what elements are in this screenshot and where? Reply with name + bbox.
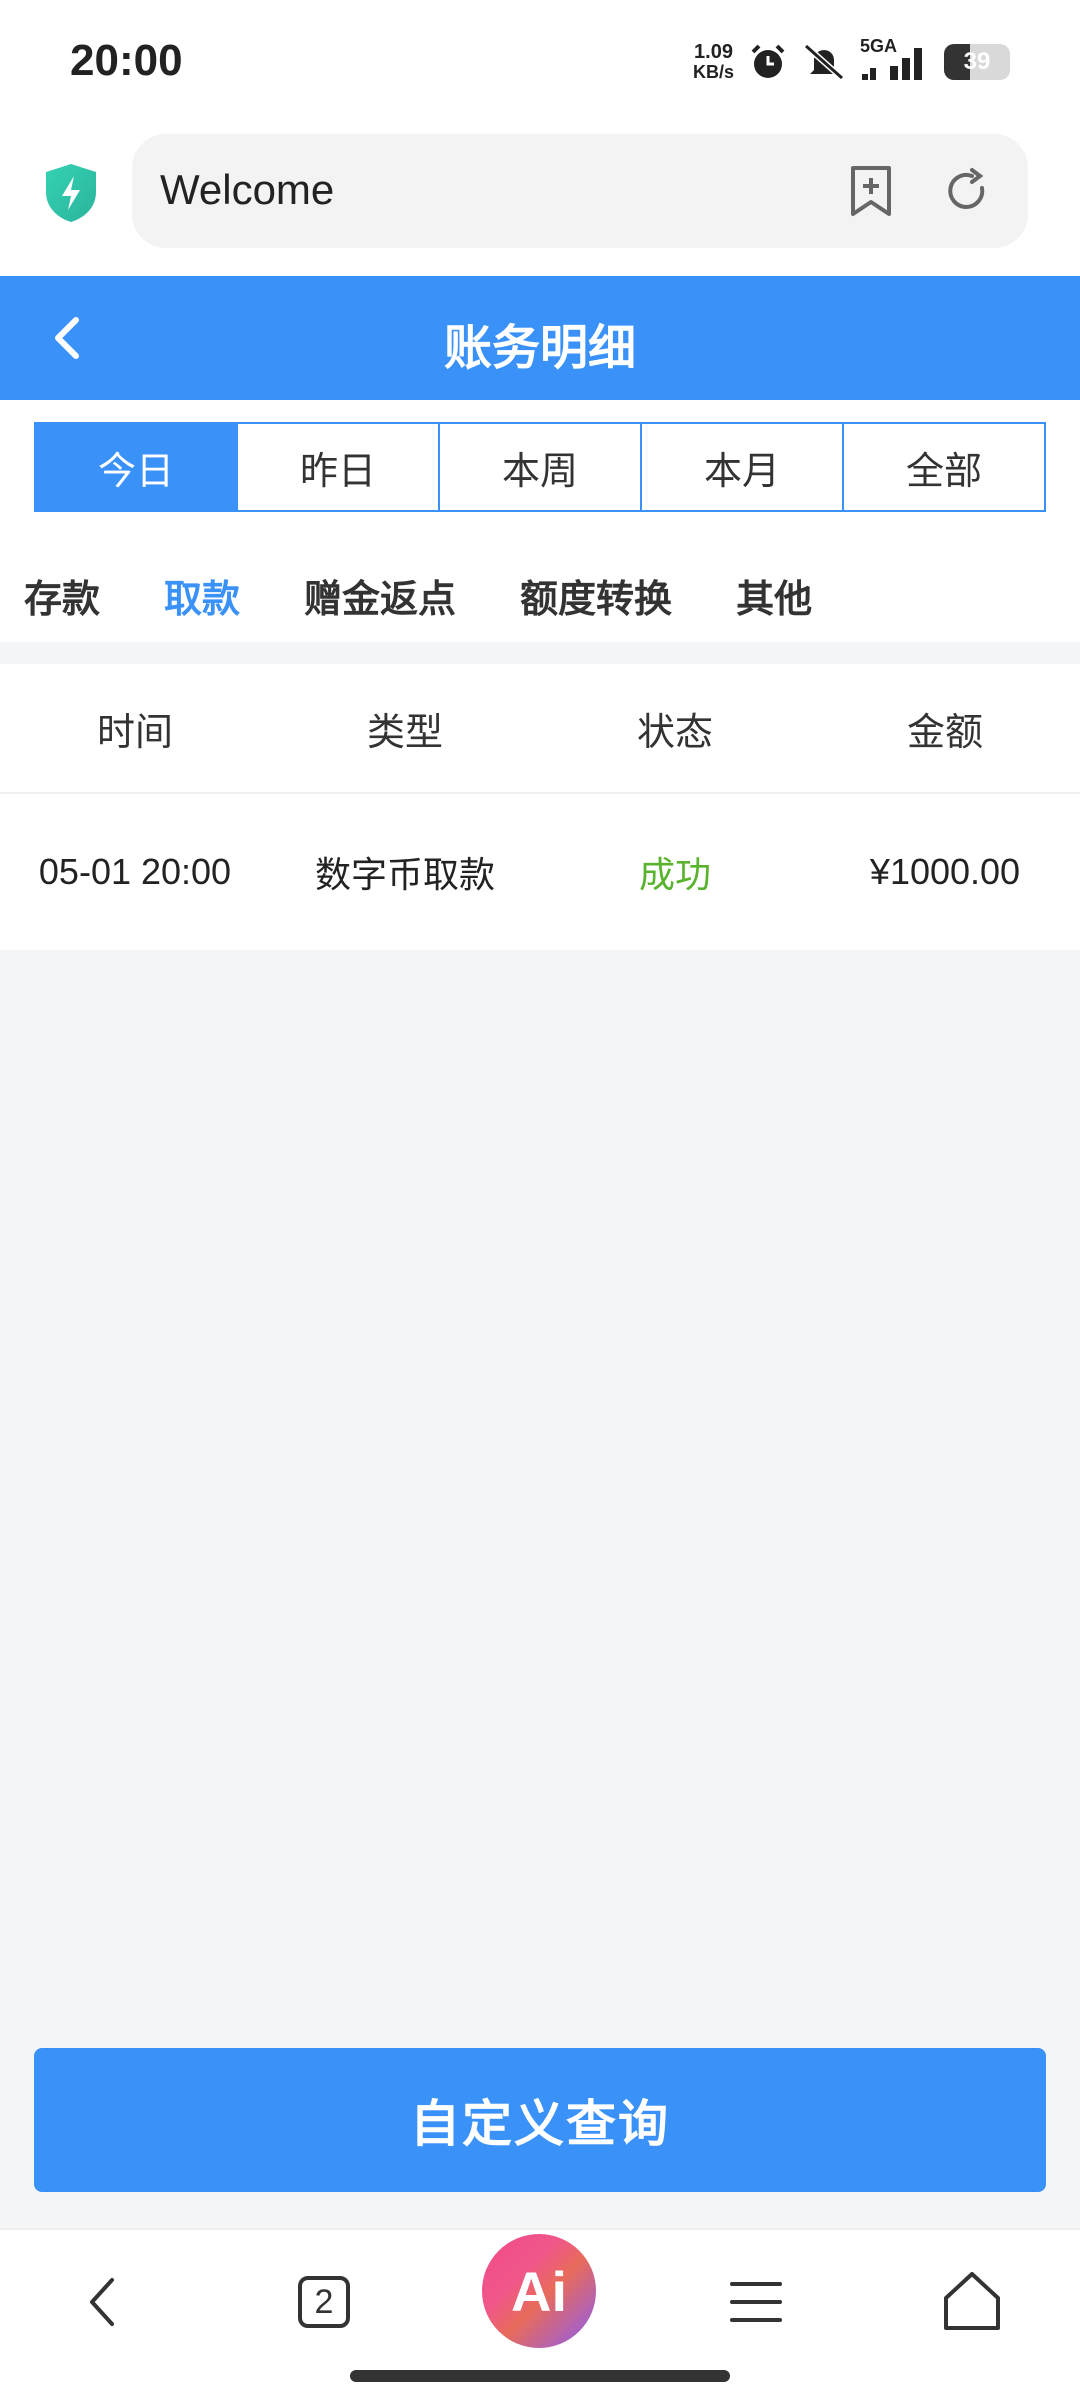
custom-query-button[interactable]: 自定义查询 bbox=[34, 2048, 1046, 2192]
shield-icon[interactable] bbox=[42, 162, 100, 224]
signal-icon: 5GA bbox=[860, 36, 930, 84]
tab-yesterday[interactable]: 昨日 bbox=[238, 424, 440, 510]
row-amount: ¥1000.00 bbox=[869, 851, 1021, 892]
type-tabs: 存款 取款 赠金返点 额度转换 其他 bbox=[0, 565, 852, 635]
network-speed: 1.09 KB/s bbox=[693, 42, 734, 82]
period-tabs: 今日 昨日 本周 本月 全部 bbox=[34, 422, 1046, 512]
add-bookmark-icon[interactable] bbox=[846, 164, 896, 218]
home-icon[interactable] bbox=[932, 2262, 1012, 2342]
column-header-status: 状态 bbox=[636, 711, 713, 754]
tab-other[interactable]: 其他 bbox=[736, 565, 812, 635]
column-header-amount: 金额 bbox=[906, 711, 983, 754]
tab-today[interactable]: 今日 bbox=[36, 424, 238, 510]
battery-icon: 39 bbox=[944, 44, 1010, 80]
network-speed-unit: KB/s bbox=[692, 62, 734, 82]
status-bar: 20:00 1.09 KB/s 5GA 39 bbox=[0, 0, 1080, 126]
home-indicator[interactable] bbox=[350, 2370, 730, 2382]
records-table: 时间 类型 状态 金额 05-01 20:00 数字币取款 成功 ¥1000.0… bbox=[0, 664, 1080, 950]
network-speed-value: 1.09 bbox=[694, 41, 733, 63]
ai-assistant-button[interactable]: Ai bbox=[482, 2234, 596, 2348]
status-time: 20:00 bbox=[70, 36, 183, 85]
tab-this-week[interactable]: 本周 bbox=[440, 424, 642, 510]
alarm-icon bbox=[751, 44, 785, 78]
tabs-button[interactable]: 2 bbox=[284, 2262, 364, 2342]
nav-back-icon[interactable] bbox=[66, 2262, 146, 2342]
status-icons: 1.09 KB/s 5GA 39 bbox=[693, 36, 1010, 88]
url-text[interactable]: Welcome bbox=[160, 166, 334, 214]
table-header: 时间 类型 状态 金额 bbox=[0, 664, 1080, 794]
menu-icon[interactable] bbox=[716, 2262, 796, 2342]
tab-this-month[interactable]: 本月 bbox=[642, 424, 844, 510]
page-header: 账务明细 bbox=[0, 276, 1080, 400]
table-row[interactable]: 05-01 20:00 数字币取款 成功 ¥1000.00 bbox=[0, 794, 1080, 950]
tab-all[interactable]: 全部 bbox=[844, 424, 1044, 510]
tab-quota-transfer[interactable]: 额度转换 bbox=[520, 565, 672, 635]
row-status: 成功 bbox=[638, 854, 711, 895]
tab-deposit[interactable]: 存款 bbox=[24, 565, 100, 635]
page-title: 账务明细 bbox=[443, 322, 636, 375]
tab-bonus-rebate[interactable]: 赠金返点 bbox=[304, 565, 456, 635]
column-header-type: 类型 bbox=[366, 711, 443, 754]
divider bbox=[0, 642, 1080, 664]
battery-level: 39 bbox=[963, 48, 991, 75]
mute-icon bbox=[804, 43, 844, 81]
reload-icon[interactable] bbox=[942, 166, 992, 216]
address-bar[interactable]: Welcome bbox=[132, 134, 1028, 248]
column-header-time: 时间 bbox=[96, 711, 173, 754]
tab-count: 2 bbox=[298, 2276, 350, 2328]
row-type: 数字币取款 bbox=[314, 854, 495, 895]
row-time: 05-01 20:00 bbox=[38, 851, 232, 892]
browser-bar: Welcome bbox=[0, 126, 1080, 276]
tab-withdraw[interactable]: 取款 bbox=[164, 565, 240, 635]
